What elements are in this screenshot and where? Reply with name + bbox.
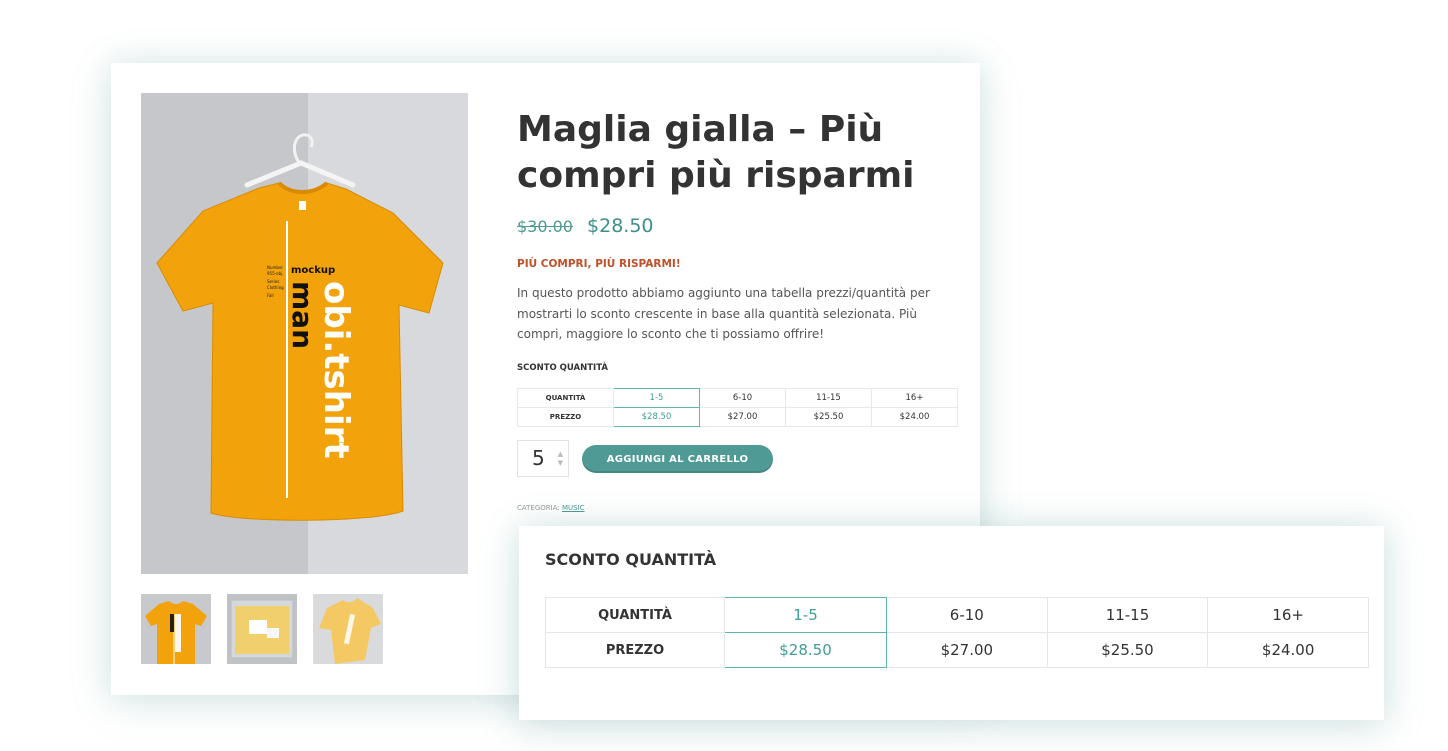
zoom-tier-range[interactable]: 11-15 xyxy=(1046,597,1209,633)
zoom-tier-price[interactable]: $28.50 xyxy=(724,632,887,668)
zoom-discount-table: QUANTITÀ 1-5 6-10 11-15 16+ PREZZO $28.5… xyxy=(545,597,1369,668)
quantity-header: QUANTITÀ xyxy=(517,388,614,408)
category-link[interactable]: MUSIC xyxy=(562,504,585,512)
shirt-brand-text: obi.tshirt xyxy=(316,281,356,459)
product-thumbnail-2[interactable] xyxy=(227,594,297,664)
flat-tshirt-icon xyxy=(319,598,381,664)
product-category: CATEGORIA: MUSIC xyxy=(517,504,585,512)
product-title: Maglia gialla – Più compri più risparmi xyxy=(517,109,915,196)
zoom-price-row: PREZZO $28.50 $27.00 $25.50 $24.00 xyxy=(545,632,1369,668)
svg-text:Clothing: Clothing xyxy=(267,285,284,290)
discount-quantity-row: QUANTITÀ 1-5 6-10 11-15 16+ xyxy=(517,388,958,408)
product-thumbnail-1[interactable] xyxy=(141,594,211,664)
tier-price[interactable]: $28.50 xyxy=(613,407,700,427)
zoom-quantity-header: QUANTITÀ xyxy=(545,597,725,633)
zoom-tier-range[interactable]: 16+ xyxy=(1207,597,1369,633)
promo-text: PIÙ COMPRI, PIÙ RISPARMI! xyxy=(517,258,681,270)
sale-price: $28.50 xyxy=(587,215,654,237)
stepper-arrows-icon[interactable]: ▲ ▼ xyxy=(558,450,563,468)
shirt-brand-sub-text: man xyxy=(286,281,319,349)
quantity-value: 5 xyxy=(532,446,545,470)
zoom-tier-price[interactable]: $25.50 xyxy=(1046,632,1209,668)
svg-text:Fall: Fall xyxy=(267,293,274,298)
discount-label: SCONTO QUANTITÀ xyxy=(517,363,608,373)
tier-price[interactable]: $27.00 xyxy=(699,407,786,427)
old-price: $30.00 xyxy=(517,217,573,236)
discount-table: QUANTITÀ 1-5 6-10 11-15 16+ PREZZO $28.5… xyxy=(517,388,958,427)
zoom-tier-price[interactable]: $27.00 xyxy=(886,632,1048,668)
product-thumbnail-3[interactable] xyxy=(313,594,383,664)
product-description: In questo prodotto abbiamo aggiunto una … xyxy=(517,286,930,341)
price-header: PREZZO xyxy=(517,407,614,427)
discount-zoom-card: SCONTO QUANTITÀ QUANTITÀ 1-5 6-10 11-15 … xyxy=(519,526,1384,720)
tshirt-image: mockup obi.tshirt man Number 955-obj. Se… xyxy=(156,133,444,521)
quantity-stepper[interactable]: 5 ▲ ▼ xyxy=(517,440,569,477)
discount-price-row: PREZZO $28.50 $27.00 $25.50 $24.00 xyxy=(517,407,958,427)
svg-text:955-obj.: 955-obj. xyxy=(267,271,284,276)
tier-range[interactable]: 11-15 xyxy=(785,388,872,408)
tier-range[interactable]: 16+ xyxy=(871,388,958,408)
tier-range[interactable]: 1-5 xyxy=(613,388,700,408)
add-to-cart-button[interactable]: AGGIUNGI AL CARRELLO xyxy=(582,445,773,473)
product-main-image[interactable]: mockup obi.tshirt man Number 955-obj. Se… xyxy=(141,93,468,574)
product-price: $30.00 $28.50 xyxy=(517,215,654,237)
zoom-quantity-row: QUANTITÀ 1-5 6-10 11-15 16+ xyxy=(545,597,1369,633)
tshirt-thumb-icon xyxy=(145,601,207,664)
tier-range[interactable]: 6-10 xyxy=(699,388,786,408)
category-label: CATEGORIA: xyxy=(517,504,560,512)
zoom-tier-range[interactable]: 6-10 xyxy=(886,597,1048,633)
zoom-discount-title: SCONTO QUANTITÀ xyxy=(545,550,717,569)
zoom-tier-price[interactable]: $24.00 xyxy=(1207,632,1369,668)
tier-price[interactable]: $24.00 xyxy=(871,407,958,427)
zoom-price-header: PREZZO xyxy=(545,632,725,668)
folded-tshirt-box-icon xyxy=(230,599,294,659)
shirt-mockup-text: mockup xyxy=(291,265,335,276)
svg-text:Number: Number xyxy=(267,265,283,270)
tier-price[interactable]: $25.50 xyxy=(785,407,872,427)
svg-text:Series: Series xyxy=(267,279,279,284)
zoom-tier-range[interactable]: 1-5 xyxy=(724,597,887,633)
